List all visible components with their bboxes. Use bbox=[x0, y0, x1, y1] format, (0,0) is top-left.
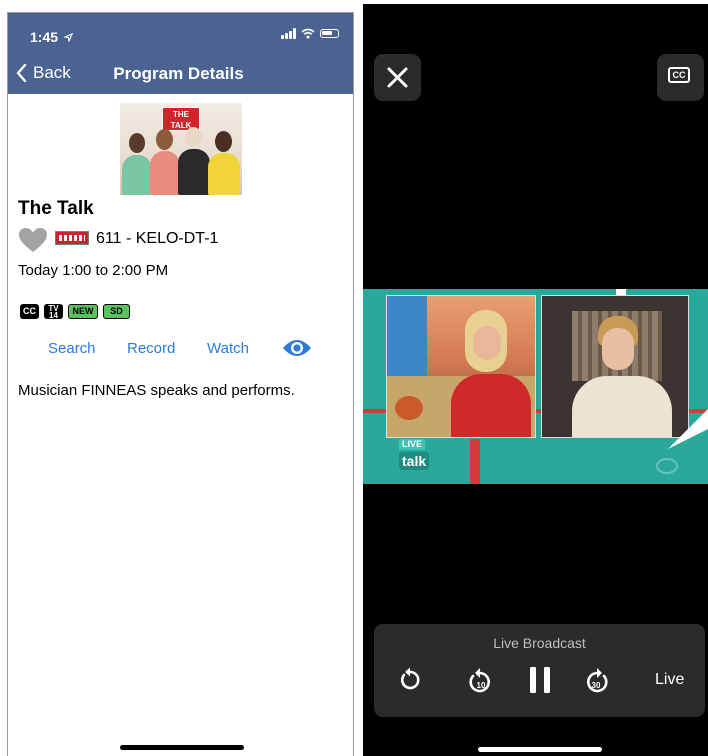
restart-icon[interactable] bbox=[398, 666, 422, 692]
program-description: Musician FINNEAS speaks and performs. bbox=[18, 382, 295, 399]
video-corner-shape bbox=[668, 409, 708, 449]
search-button[interactable]: Search bbox=[48, 340, 96, 357]
battery-icon bbox=[320, 29, 339, 38]
program-thumbnail: THE TALK bbox=[120, 103, 242, 195]
skip-back-button[interactable]: 10 bbox=[466, 666, 492, 699]
wifi-icon bbox=[301, 28, 315, 39]
pane-flowers bbox=[395, 396, 423, 420]
status-time-text: 1:45 bbox=[30, 29, 59, 45]
page-title-text: Program Details bbox=[113, 64, 244, 83]
pane-guest-body bbox=[572, 376, 672, 437]
pane-guest-face bbox=[602, 328, 634, 370]
thumbnail-host-2 bbox=[150, 151, 180, 195]
heart-icon[interactable] bbox=[18, 227, 48, 253]
channel-info: 611 - KELO-DT-1 bbox=[96, 230, 219, 247]
program-title: The Talk bbox=[18, 198, 94, 219]
thumbnail-host-1 bbox=[122, 155, 152, 195]
video-red-bar bbox=[470, 439, 480, 484]
thumbnail-host-3 bbox=[178, 149, 210, 195]
closed-captions-button[interactable]: CC bbox=[657, 54, 704, 101]
station-logo bbox=[55, 231, 89, 245]
home-indicator[interactable] bbox=[120, 745, 244, 750]
video-live-tag: LIVE bbox=[399, 439, 426, 450]
thumbnail-host-2-head bbox=[156, 129, 173, 150]
video-player-screen: CC LIVE talk Live Broadcast 10 30 Live bbox=[363, 4, 708, 756]
skip-forward-30-icon: 30 bbox=[587, 668, 608, 693]
video-host-pane bbox=[386, 295, 536, 438]
close-icon bbox=[387, 67, 408, 88]
rating-badge: TV 14 bbox=[44, 304, 63, 320]
watch-button[interactable]: Watch bbox=[207, 340, 249, 357]
thumbnail-host-4 bbox=[208, 153, 240, 195]
playback-controls: Live Broadcast 10 30 Live bbox=[374, 624, 705, 717]
record-button[interactable]: Record bbox=[127, 340, 175, 357]
action-row: Search Record Watch bbox=[48, 340, 348, 364]
navigation-bar: 1:45 Back Program Details bbox=[8, 13, 353, 94]
badges: CC TV 14 NEW SD bbox=[20, 304, 130, 320]
video-frame[interactable]: LIVE talk bbox=[363, 289, 708, 484]
video-guest-pane bbox=[541, 295, 689, 438]
pane-backdrop bbox=[387, 296, 427, 376]
signal-icon bbox=[281, 28, 296, 39]
eye-icon[interactable] bbox=[282, 337, 312, 359]
program-details-screen: 1:45 Back Program Details THE TALK The T… bbox=[7, 12, 354, 756]
home-indicator[interactable] bbox=[478, 747, 602, 752]
skip-back-number: 10 bbox=[477, 681, 486, 690]
broadcast-label: Live Broadcast bbox=[493, 635, 586, 651]
cc-badge: CC bbox=[20, 304, 39, 319]
skip-forward-number: 30 bbox=[592, 681, 601, 690]
pane-host-face bbox=[473, 326, 501, 360]
location-arrow-icon bbox=[62, 32, 74, 44]
thumbnail-host-4-head bbox=[215, 131, 232, 152]
live-button[interactable]: Live bbox=[655, 671, 684, 689]
sd-badge: SD bbox=[103, 304, 130, 319]
status-time: 1:45 bbox=[30, 29, 74, 45]
skip-back-10-icon: 10 bbox=[469, 668, 490, 693]
new-badge: NEW bbox=[68, 304, 98, 319]
pane-host-body bbox=[451, 374, 531, 437]
thumbnail-host-3-head bbox=[185, 127, 202, 147]
video-show-tag: talk bbox=[399, 452, 430, 470]
skip-forward-button[interactable]: 30 bbox=[585, 666, 611, 699]
page-title: Program Details bbox=[8, 64, 353, 84]
status-icons bbox=[281, 28, 339, 39]
thumbnail-host-1-head bbox=[129, 133, 145, 153]
pause-icon[interactable] bbox=[527, 666, 553, 694]
close-button[interactable] bbox=[374, 54, 421, 101]
airtime: Today 1:00 to 2:00 PM bbox=[18, 262, 169, 279]
cc-icon: CC bbox=[668, 67, 690, 83]
watermark-icon bbox=[656, 458, 678, 474]
